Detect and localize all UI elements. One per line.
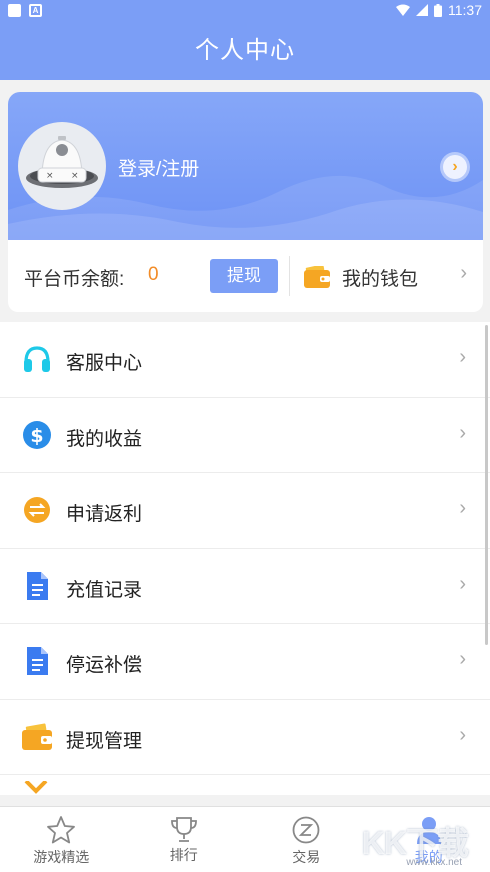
menu-item-recharge-records[interactable]: 充值记录 › — [0, 549, 490, 624]
chevron-right-icon: › — [459, 497, 466, 519]
balance-label: 平台币余额: — [24, 269, 125, 290]
wallet-icon — [304, 266, 330, 288]
chevron-right-icon: › — [452, 158, 458, 175]
menu-item-label: 停运补偿 — [66, 655, 143, 676]
profile-card[interactable]: × × 登录/注册 › — [8, 92, 483, 240]
menu-item-label: 申请返利 — [66, 504, 143, 525]
balance-panel: 平台币余额: 0 提现 我的钱包 › — [8, 240, 483, 312]
dollar-icon: $ — [23, 420, 51, 449]
menu-item-my-earnings[interactable]: $ 我的收益 › — [0, 398, 490, 473]
login-register-link[interactable]: 登录/注册 — [118, 154, 199, 181]
clock: 11:37 — [448, 2, 482, 18]
tab-games[interactable]: 游戏精选 — [0, 807, 123, 872]
chevron-right-icon: › — [459, 421, 466, 444]
partial-icon — [24, 781, 48, 794]
svg-text:$: $ — [30, 425, 43, 447]
menu-item-withdraw-management[interactable]: 提现管理 › — [0, 700, 490, 775]
menu-item-customer-service[interactable]: 客服中心 › — [0, 322, 490, 398]
scrollbar[interactable] — [485, 325, 488, 645]
menu-item-partial[interactable] — [0, 775, 490, 795]
tab-label: 游戏精选 — [33, 849, 90, 865]
svg-text:×: × — [46, 171, 54, 181]
document-icon — [27, 647, 48, 675]
menu-item-label: 充值记录 — [66, 579, 143, 601]
headphones-icon — [24, 346, 50, 372]
svg-text:×: × — [71, 171, 79, 181]
app-badge-icon: A — [29, 4, 42, 17]
my-wallet-link[interactable]: 我的钱包 — [342, 264, 418, 291]
battery-icon — [434, 3, 442, 17]
robot-avatar-icon: × × — [26, 136, 98, 188]
menu-item-label: 我的收益 — [66, 428, 143, 450]
wallet-icon — [22, 722, 52, 750]
trade-icon — [292, 816, 320, 844]
menu-item-suspension-compensation[interactable]: 停运补偿 › — [0, 624, 490, 700]
signal-icon — [416, 4, 428, 16]
status-bar: A 11:37 — [0, 0, 490, 22]
tab-label: 交易 — [292, 849, 321, 865]
chevron-right-icon[interactable]: › — [460, 262, 467, 285]
divider — [289, 256, 290, 296]
trophy-icon — [170, 817, 197, 842]
avatar[interactable]: × × — [18, 122, 106, 210]
document-icon — [27, 571, 48, 600]
chevron-right-icon: › — [459, 723, 466, 746]
tab-label: 排行 — [169, 847, 198, 863]
page-title: 个人中心 — [0, 22, 490, 80]
chevron-right-icon: › — [459, 346, 466, 368]
menu-item-apply-rebate[interactable]: 申请返利 › — [0, 473, 490, 549]
exchange-icon — [24, 497, 50, 523]
wifi-icon — [396, 4, 410, 16]
menu-list: 客服中心 › $ 我的收益 › 申请返利 › 充值记录 › 停运补偿 › 提现管… — [0, 322, 490, 795]
chevron-right-icon: › — [459, 648, 466, 670]
menu-item-label: 提现管理 — [66, 730, 143, 752]
chevron-right-icon: › — [459, 572, 466, 595]
withdraw-button[interactable]: 提现 — [210, 259, 278, 293]
menu-item-label: 客服中心 — [66, 353, 143, 374]
profile-arrow-button[interactable]: › — [443, 155, 467, 179]
watermark-url: www.kkx.net — [406, 857, 462, 868]
tab-trade[interactable]: 交易 — [245, 807, 368, 872]
balance-value: 0 — [148, 264, 159, 285]
tab-ranking[interactable]: 排行 — [123, 807, 246, 872]
star-icon — [47, 816, 76, 844]
notification-icon — [8, 4, 21, 17]
